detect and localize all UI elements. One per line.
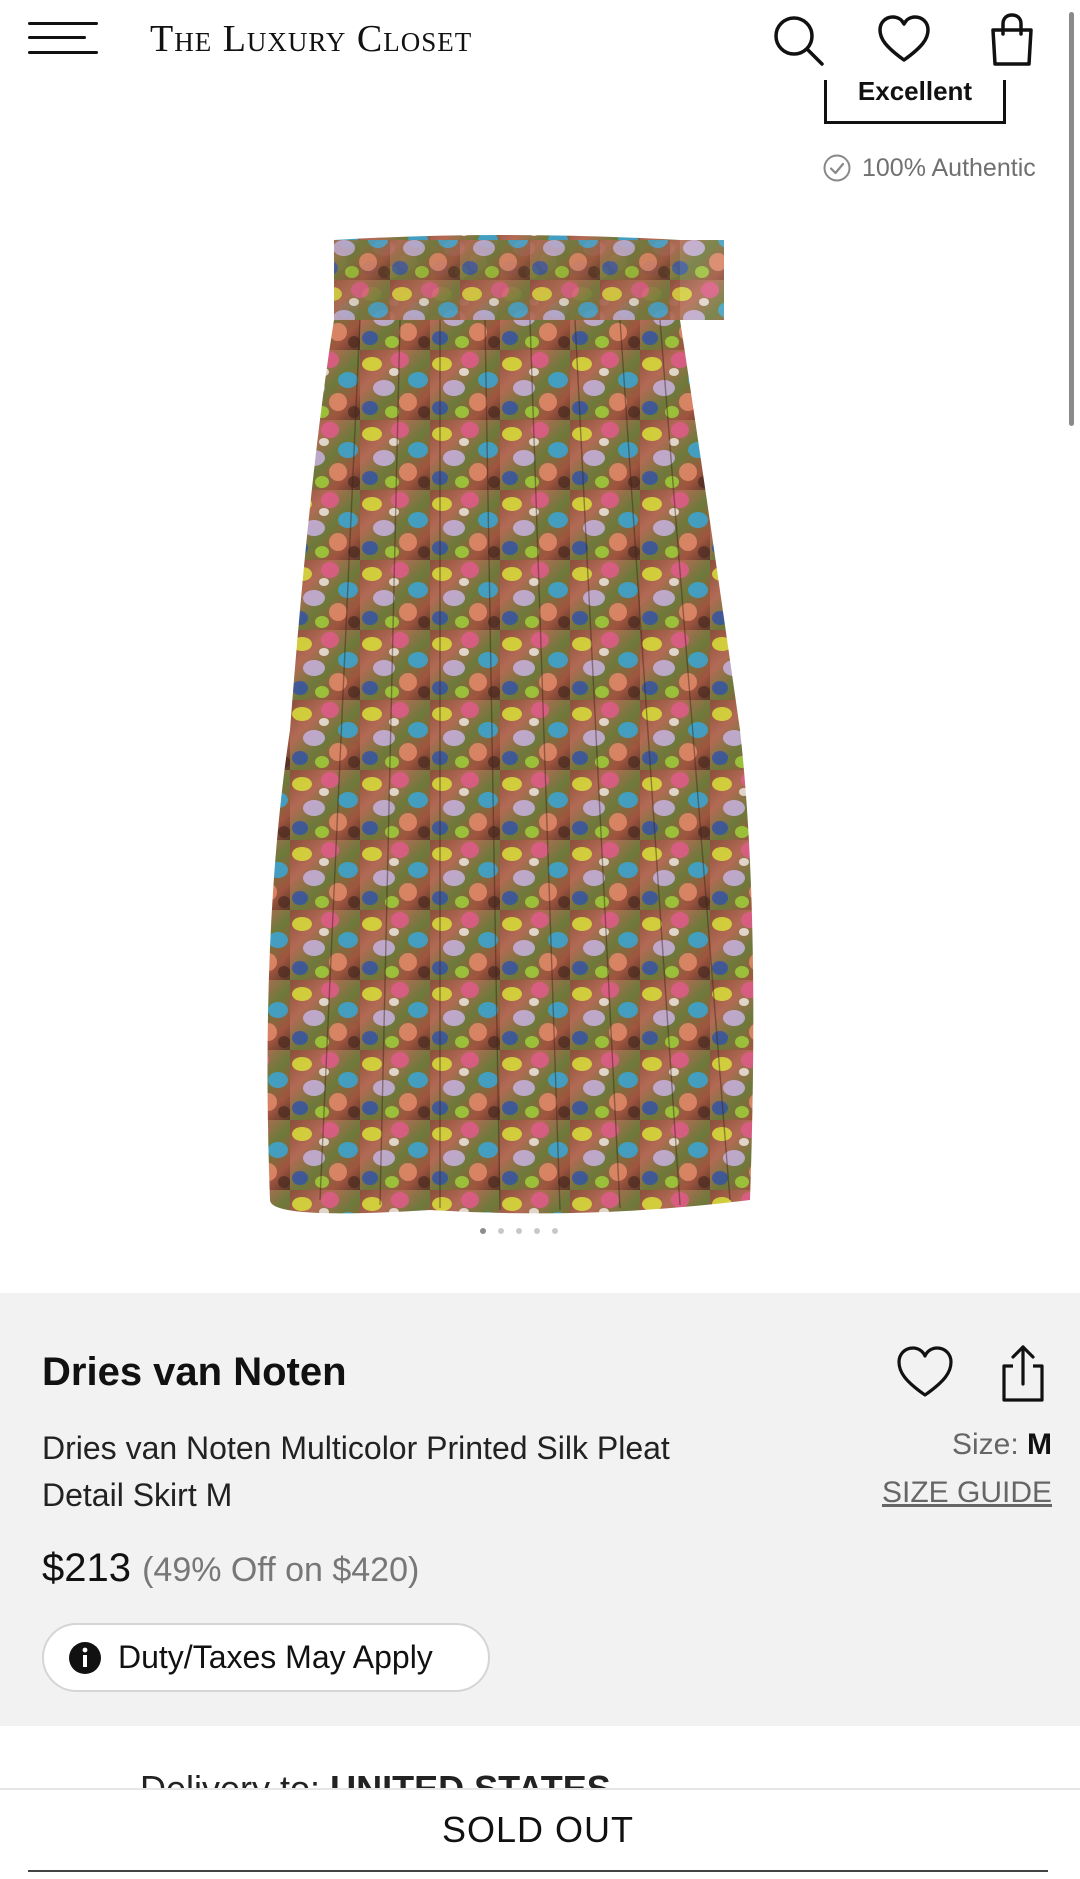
gallery-dot[interactable] — [498, 1228, 504, 1234]
shopping-bag-icon[interactable] — [984, 12, 1040, 68]
top-header: The Luxury Closet — [0, 0, 1080, 80]
size-value: M — [1027, 1428, 1052, 1461]
info-icon — [69, 1641, 101, 1674]
product-title: Dries van Noten Multicolor Printed Silk … — [42, 1430, 670, 1513]
size-guide-link[interactable]: SIZE GUIDE — [882, 1476, 1052, 1510]
gallery-dot[interactable] — [552, 1228, 558, 1234]
gallery-dot[interactable] — [534, 1228, 540, 1234]
sold-out-button[interactable]: SOLD OUT — [28, 1790, 1048, 1872]
product-image[interactable] — [250, 210, 850, 1250]
size-label: Size: — [951, 1428, 1019, 1461]
discount-text: (49% Off on $420) — [142, 1551, 420, 1589]
heart-icon[interactable] — [895, 1345, 955, 1399]
page-scrollbar[interactable] — [1069, 12, 1074, 426]
size-display: Size: M — [952, 1428, 1052, 1462]
gallery-pagination[interactable] — [480, 1228, 558, 1234]
gallery-dot[interactable] — [480, 1228, 486, 1234]
current-price: $213 — [42, 1546, 131, 1590]
condition-badge: Excellent — [824, 80, 1006, 124]
duty-taxes-text: Duty/Taxes May Apply — [118, 1639, 433, 1675]
check-circle-icon — [823, 154, 851, 182]
authentic-text: 100% Authentic — [862, 153, 1036, 182]
heart-icon[interactable] — [876, 12, 932, 68]
search-icon[interactable] — [770, 12, 826, 68]
product-brand[interactable]: Dries van Noten — [42, 1350, 347, 1395]
price-block: $213 (49% Off on $420) — [42, 1546, 419, 1591]
hamburger-menu-icon[interactable] — [28, 20, 98, 56]
authentic-label: 100% Authentic — [822, 153, 1036, 183]
gallery-dot[interactable] — [516, 1228, 522, 1234]
share-icon[interactable] — [998, 1344, 1048, 1404]
duty-taxes-chip[interactable]: Duty/Taxes May Apply — [42, 1623, 490, 1692]
site-logo[interactable]: The Luxury Closet — [150, 16, 472, 62]
